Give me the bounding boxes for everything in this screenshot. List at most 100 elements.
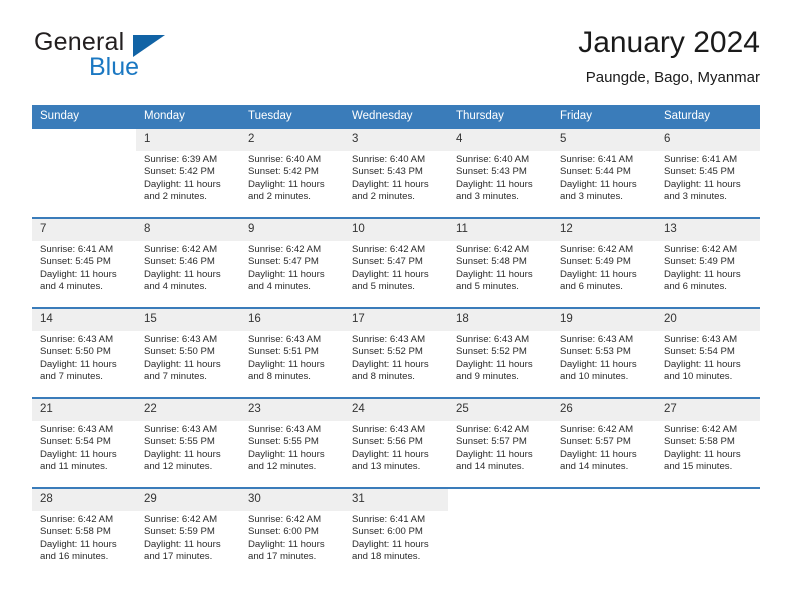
sunrise-time: Sunrise: 6:40 AM [352, 154, 426, 165]
daylight-duration: Daylight: 11 hours and 11 minutes. [40, 448, 117, 473]
calendar-day-cell[interactable]: 31 Sunrise: 6:41 AM Sunset: 6:00 PM Dayligh… [344, 487, 448, 577]
daylight-duration: Daylight: 11 hours and 8 minutes. [248, 358, 325, 383]
day-number: 30 [240, 489, 344, 511]
sunrise-time: Sunrise: 6:43 AM [352, 334, 426, 345]
sunset-time: Sunset: 5:45 PM [664, 166, 735, 178]
calendar-day-cell[interactable]: 27 Sunrise: 6:42 AM Sunset: 5:58 PM Dayligh… [656, 397, 760, 488]
day-number: 16 [240, 309, 344, 331]
sunrise-time: Sunrise: 6:43 AM [560, 334, 634, 345]
calendar-week-row: 14 Sunrise: 6:43 AM Sunset: 5:50 PM Dayligh… [32, 307, 760, 398]
day-number: 29 [136, 489, 240, 511]
calendar-day-cell[interactable]: 8 Sunrise: 6:42 AM Sunset: 5:46 PM Daylight… [136, 217, 240, 308]
day-details: Sunrise: 6:43 AM Sunset: 5:53 PM Daylight:… [552, 331, 656, 384]
sunrise-time: Sunrise: 6:41 AM [664, 154, 738, 165]
day-details: Sunrise: 6:40 AM Sunset: 5:43 PM Daylight:… [448, 151, 552, 204]
day-number: 5 [552, 129, 656, 151]
day-number: 17 [344, 309, 448, 331]
calendar-day-cell[interactable]: 3 Sunrise: 6:40 AM Sunset: 5:43 PM Daylight… [344, 127, 448, 218]
calendar-day-cell[interactable]: 22 Sunrise: 6:43 AM Sunset: 5:55 PM Dayligh… [136, 397, 240, 488]
calendar-day-cell[interactable]: 12 Sunrise: 6:42 AM Sunset: 5:49 PM Dayligh… [552, 217, 656, 308]
weekday-header-thursday: Thursday [448, 105, 552, 128]
weekday-header-tuesday: Tuesday [240, 105, 344, 128]
calendar-day-cell[interactable]: 1 Sunrise: 6:39 AM Sunset: 5:42 PM Daylight… [136, 127, 240, 218]
weekday-header: Sunday Monday Tuesday Wednesday Thursday… [32, 105, 760, 128]
calendar-day-cell[interactable]: 13 Sunrise: 6:42 AM Sunset: 5:49 PM Dayligh… [656, 217, 760, 308]
calendar-day-cell[interactable]: 21 Sunrise: 6:43 AM Sunset: 5:54 PM Dayligh… [32, 397, 136, 488]
calendar-day-cell[interactable]: 29 Sunrise: 6:42 AM Sunset: 5:59 PM Dayligh… [136, 487, 240, 577]
sunset-time: Sunset: 5:42 PM [248, 166, 319, 178]
daylight-duration: Daylight: 11 hours and 18 minutes. [352, 538, 429, 563]
calendar-grid: Sunday Monday Tuesday Wednesday Thursday… [32, 105, 760, 577]
day-details: Sunrise: 6:43 AM Sunset: 5:50 PM Daylight:… [32, 331, 136, 384]
calendar-day-cell[interactable]: 26 Sunrise: 6:42 AM Sunset: 5:57 PM Dayligh… [552, 397, 656, 488]
daylight-duration: Daylight: 11 hours and 3 minutes. [560, 178, 637, 203]
title-block: January 2024 Paungde, Bago, Myanmar [578, 26, 760, 88]
sunset-time: Sunset: 5:58 PM [40, 526, 111, 538]
day-number: 12 [552, 219, 656, 241]
calendar-day-cell[interactable]: 10 Sunrise: 6:42 AM Sunset: 5:47 PM Dayligh… [344, 217, 448, 308]
day-number: 9 [240, 219, 344, 241]
sunset-time: Sunset: 5:58 PM [664, 436, 735, 448]
weekday-header-sunday: Sunday [32, 105, 136, 128]
calendar-day-cell[interactable]: 28 Sunrise: 6:42 AM Sunset: 5:58 PM Dayligh… [32, 487, 136, 577]
day-number [552, 489, 656, 511]
calendar-day-cell[interactable]: 18 Sunrise: 6:43 AM Sunset: 5:52 PM Dayligh… [448, 307, 552, 398]
sunset-time: Sunset: 5:54 PM [40, 436, 111, 448]
sunrise-time: Sunrise: 6:41 AM [352, 514, 426, 525]
sunset-time: Sunset: 5:56 PM [352, 436, 423, 448]
daylight-duration: Daylight: 11 hours and 2 minutes. [352, 178, 429, 203]
calendar-day-cell[interactable]: 7 Sunrise: 6:41 AM Sunset: 5:45 PM Daylight… [32, 217, 136, 308]
sunset-time: Sunset: 6:00 PM [352, 526, 423, 538]
day-details: Sunrise: 6:39 AM Sunset: 5:42 PM Daylight:… [136, 151, 240, 204]
calendar-day-cell[interactable]: 23 Sunrise: 6:43 AM Sunset: 5:55 PM Dayligh… [240, 397, 344, 488]
calendar-day-cell[interactable]: 25 Sunrise: 6:42 AM Sunset: 5:57 PM Dayligh… [448, 397, 552, 488]
calendar-day-cell-empty [656, 487, 760, 577]
day-details: Sunrise: 6:42 AM Sunset: 5:49 PM Daylight:… [656, 241, 760, 294]
day-number [32, 129, 136, 151]
day-number: 25 [448, 399, 552, 421]
sunrise-time: Sunrise: 6:43 AM [352, 424, 426, 435]
daylight-duration: Daylight: 11 hours and 4 minutes. [248, 268, 325, 293]
calendar-day-cell[interactable]: 2 Sunrise: 6:40 AM Sunset: 5:42 PM Daylight… [240, 127, 344, 218]
calendar-day-cell[interactable]: 16 Sunrise: 6:43 AM Sunset: 5:51 PM Dayligh… [240, 307, 344, 398]
calendar-week-row: 1 Sunrise: 6:39 AM Sunset: 5:42 PM Daylight… [32, 127, 760, 218]
day-number [656, 489, 760, 511]
calendar-day-cell[interactable]: 4 Sunrise: 6:40 AM Sunset: 5:43 PM Daylight… [448, 127, 552, 218]
calendar-day-cell[interactable]: 20 Sunrise: 6:43 AM Sunset: 5:54 PM Dayligh… [656, 307, 760, 398]
day-number: 11 [448, 219, 552, 241]
calendar-day-cell[interactable]: 15 Sunrise: 6:43 AM Sunset: 5:50 PM Dayligh… [136, 307, 240, 398]
calendar-day-cell[interactable]: 17 Sunrise: 6:43 AM Sunset: 5:52 PM Dayligh… [344, 307, 448, 398]
calendar-day-cell[interactable]: 14 Sunrise: 6:43 AM Sunset: 5:50 PM Dayligh… [32, 307, 136, 398]
day-number: 6 [656, 129, 760, 151]
sunset-time: Sunset: 5:57 PM [456, 436, 527, 448]
sunrise-time: Sunrise: 6:42 AM [144, 244, 218, 255]
day-details: Sunrise: 6:40 AM Sunset: 5:42 PM Daylight:… [240, 151, 344, 204]
calendar-day-cell[interactable]: 9 Sunrise: 6:42 AM Sunset: 5:47 PM Daylight… [240, 217, 344, 308]
sunrise-time: Sunrise: 6:43 AM [248, 424, 322, 435]
calendar-day-cell[interactable]: 24 Sunrise: 6:43 AM Sunset: 5:56 PM Dayligh… [344, 397, 448, 488]
sunrise-time: Sunrise: 6:43 AM [248, 334, 322, 345]
day-number: 28 [32, 489, 136, 511]
daylight-duration: Daylight: 11 hours and 3 minutes. [456, 178, 533, 203]
sunset-time: Sunset: 5:55 PM [248, 436, 319, 448]
calendar-day-cell[interactable]: 11 Sunrise: 6:42 AM Sunset: 5:48 PM Dayligh… [448, 217, 552, 308]
sunset-time: Sunset: 5:44 PM [560, 166, 631, 178]
sunrise-time: Sunrise: 6:40 AM [248, 154, 322, 165]
sunrise-time: Sunrise: 6:43 AM [40, 424, 114, 435]
day-number: 3 [344, 129, 448, 151]
day-details: Sunrise: 6:42 AM Sunset: 6:00 PM Daylight:… [240, 511, 344, 564]
day-details: Sunrise: 6:41 AM Sunset: 5:45 PM Daylight:… [656, 151, 760, 204]
calendar-day-cell[interactable]: 19 Sunrise: 6:43 AM Sunset: 5:53 PM Dayligh… [552, 307, 656, 398]
day-number: 15 [136, 309, 240, 331]
calendar-day-cell[interactable]: 5 Sunrise: 6:41 AM Sunset: 5:44 PM Daylight… [552, 127, 656, 218]
daylight-duration: Daylight: 11 hours and 12 minutes. [144, 448, 221, 473]
calendar-day-cell[interactable]: 30 Sunrise: 6:42 AM Sunset: 6:00 PM Dayligh… [240, 487, 344, 577]
day-number: 23 [240, 399, 344, 421]
day-details: Sunrise: 6:42 AM Sunset: 5:46 PM Daylight:… [136, 241, 240, 294]
calendar-day-cell[interactable]: 6 Sunrise: 6:41 AM Sunset: 5:45 PM Daylight… [656, 127, 760, 218]
weekday-header-friday: Friday [552, 105, 656, 128]
calendar-week-row: 21 Sunrise: 6:43 AM Sunset: 5:54 PM Dayligh… [32, 397, 760, 488]
sunset-time: Sunset: 5:45 PM [40, 256, 111, 268]
general-blue-logo[interactable]: General Blue [32, 26, 252, 88]
day-number [448, 489, 552, 511]
